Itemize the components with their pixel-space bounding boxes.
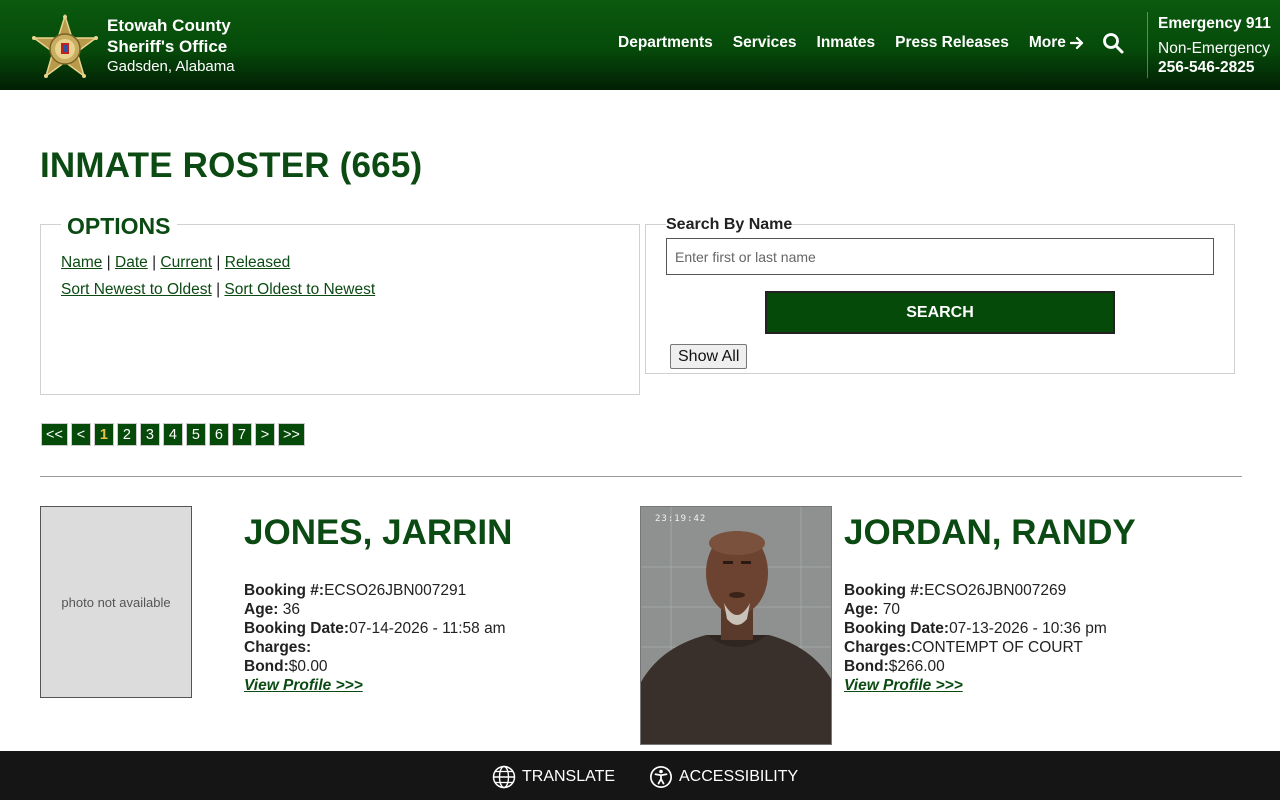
page-7[interactable]: 7 — [231, 423, 252, 446]
sort-links: Sort Newest to Oldest | Sort Oldest to N… — [61, 281, 375, 299]
nav-more-label: More — [1028, 34, 1066, 51]
search-input[interactable] — [666, 238, 1214, 275]
main-nav: Departments Services Inmates Press Relea… — [618, 34, 1105, 52]
emergency-number[interactable]: Emergency 911 — [1158, 14, 1271, 34]
header-divider — [1147, 12, 1148, 78]
age-label: Age: — [244, 601, 279, 618]
page-2[interactable]: 2 — [116, 423, 137, 446]
sort-oldest-link[interactable]: Sort Oldest to Newest — [224, 281, 375, 298]
charges-label: Charges: — [244, 639, 312, 656]
age-value: 36 — [282, 601, 301, 618]
inmate-info: Booking #:ECSO26JBN007269 Age: 70 Bookin… — [844, 581, 1136, 695]
nav-press-releases[interactable]: Press Releases — [895, 34, 1009, 52]
site-header: Etowah County Sheriff's Office Gadsden, … — [0, 0, 1280, 90]
inmate-photo-placeholder[interactable]: photo not available — [40, 506, 192, 698]
page-4[interactable]: 4 — [162, 423, 183, 446]
inmate-card: JORDAN, RANDY Booking #:ECSO26JBN007269 … — [844, 513, 1136, 695]
page-last[interactable]: >> — [277, 423, 305, 446]
booking-date-label: Booking Date: — [844, 620, 950, 637]
booking-date: 07-14-2026 - 11:58 am — [349, 620, 506, 637]
contact-block: Emergency 911 Non-Emergency 256-546-2825 — [1158, 14, 1271, 77]
charges-label: Charges: — [844, 639, 912, 656]
options-panel: OPTIONS Name | Date | Current | Released… — [40, 213, 640, 395]
bond-label: Bond: — [844, 658, 889, 675]
inmate-name[interactable]: JORDAN, RANDY — [844, 513, 1136, 553]
separator: | — [152, 254, 157, 271]
booking-label: Booking #: — [244, 582, 325, 599]
options-legend: OPTIONS — [61, 213, 177, 240]
filter-released-link[interactable]: Released — [225, 254, 291, 271]
page-next[interactable]: > — [254, 423, 275, 446]
page-5[interactable]: 5 — [185, 423, 206, 446]
photo-timestamp: 23:19:42 — [655, 514, 707, 524]
search-button[interactable]: SEARCH — [765, 291, 1115, 334]
booking-date: 07-13-2026 - 10:36 pm — [949, 620, 1107, 637]
separator: | — [216, 281, 221, 298]
non-emergency-phone[interactable]: 256-546-2825 — [1158, 59, 1271, 77]
mugshot-image — [641, 507, 831, 744]
brand-block[interactable]: Etowah County Sheriff's Office Gadsden, … — [107, 15, 235, 77]
inmate-info: Booking #:ECSO26JBN007291 Age: 36 Bookin… — [244, 581, 512, 695]
view-profile-link[interactable]: View Profile >>> — [844, 676, 963, 695]
non-emergency-label: Non-Emergency — [1158, 40, 1270, 57]
globe-icon — [492, 765, 516, 789]
inmate-photo[interactable]: 23:19:42 — [640, 506, 832, 745]
bond-label: Bond: — [244, 658, 289, 675]
booking-number: ECSO26JBN007291 — [324, 582, 467, 599]
charges-value: CONTEMPT OF COURT — [911, 639, 1083, 656]
sort-newest-link[interactable]: Sort Newest to Oldest — [61, 281, 212, 298]
page-title: INMATE ROSTER (665) — [40, 146, 423, 185]
page-prev[interactable]: < — [70, 423, 91, 446]
pagination: << < 1 2 3 4 5 6 7 > >> — [41, 423, 308, 446]
nav-departments[interactable]: Departments — [618, 34, 713, 52]
inmate-card: JONES, JARRIN Booking #:ECSO26JBN007291 … — [244, 513, 512, 695]
age-label: Age: — [844, 601, 879, 618]
separator: | — [106, 254, 111, 271]
separator: | — [216, 254, 221, 271]
accessibility-icon — [650, 766, 672, 788]
translate-button[interactable]: TRANSLATE — [492, 765, 615, 789]
accessibility-button[interactable]: ACCESSIBILITY — [649, 765, 798, 789]
nav-more[interactable]: More — [1029, 34, 1085, 52]
search-icon[interactable] — [1102, 32, 1124, 54]
page-6[interactable]: 6 — [208, 423, 229, 446]
sheriff-star-logo[interactable] — [30, 14, 100, 84]
inmate-name[interactable]: JONES, JARRIN — [244, 513, 512, 553]
filter-date-link[interactable]: Date — [115, 254, 148, 271]
arrow-right-icon — [1069, 36, 1084, 50]
view-profile-link[interactable]: View Profile >>> — [244, 676, 363, 695]
accessibility-label: ACCESSIBILITY — [679, 768, 799, 785]
bond-value: $0.00 — [288, 658, 328, 675]
footer-bar: TRANSLATE ACCESSIBILITY — [0, 751, 1280, 800]
age-value: 70 — [882, 601, 901, 618]
search-label: Search By Name — [666, 216, 793, 234]
brand-office: Sheriff's Office — [107, 37, 228, 56]
page-3[interactable]: 3 — [139, 423, 160, 446]
brand-location: Gadsden, Alabama — [107, 58, 235, 75]
brand-county: Etowah County — [107, 16, 231, 35]
section-divider — [40, 476, 1242, 477]
bond-value: $266.00 — [888, 658, 945, 675]
search-panel: Search By Name SEARCH Show All — [645, 216, 1235, 374]
show-all-button[interactable]: Show All — [670, 344, 748, 369]
photo-unavailable-text: photo not available — [61, 594, 171, 610]
nav-services[interactable]: Services — [733, 34, 797, 52]
filter-links: Name | Date | Current | Released — [61, 254, 290, 272]
page-first[interactable]: << — [41, 423, 68, 446]
booking-date-label: Booking Date: — [244, 620, 350, 637]
translate-label: TRANSLATE — [522, 768, 616, 785]
filter-current-link[interactable]: Current — [160, 254, 212, 271]
nav-inmates[interactable]: Inmates — [817, 34, 876, 52]
booking-number: ECSO26JBN007269 — [924, 582, 1067, 599]
filter-name-link[interactable]: Name — [61, 254, 102, 271]
booking-label: Booking #: — [844, 582, 925, 599]
page-1[interactable]: 1 — [93, 423, 114, 446]
